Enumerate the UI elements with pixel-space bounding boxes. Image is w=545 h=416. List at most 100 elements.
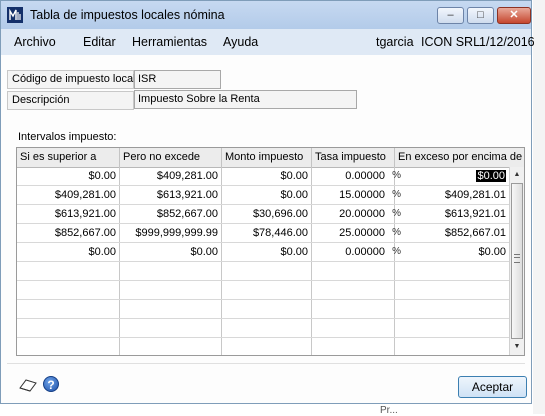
menu-bar: Archivo Editar Herramientas Ayuda tgarci… (1, 29, 535, 55)
cell-superior[interactable]: $852,667.00 (17, 224, 120, 242)
column-header[interactable]: En exceso por encima de (395, 148, 524, 167)
cell-monto[interactable]: $0.00 (222, 243, 312, 261)
grid-header: Si es superior a Pero no excede Monto im… (17, 148, 524, 168)
accept-button[interactable]: Aceptar (458, 376, 527, 398)
grid-title: Intervalos impuesto: (18, 131, 117, 143)
menu-ayuda[interactable]: Ayuda (223, 35, 258, 49)
cell-no-excede[interactable] (120, 281, 222, 299)
table-row[interactable]: $0.00 $0.00 $0.00 0.00000% $0.00 (17, 243, 509, 262)
cell-superior[interactable] (17, 281, 120, 299)
rate-value: 0.00000 (345, 246, 385, 258)
cell-exceso[interactable] (395, 338, 509, 355)
tax-code-field[interactable]: ISR (134, 70, 221, 89)
footer-divider (7, 363, 525, 364)
tax-intervals-grid: Si es superior a Pero no excede Monto im… (16, 147, 525, 356)
cell-tasa[interactable]: 15.00000% (312, 186, 401, 204)
table-row[interactable] (17, 300, 509, 319)
cell-tasa[interactable]: 0.00000% (312, 167, 401, 185)
column-header[interactable]: Si es superior a (17, 148, 120, 167)
cell-exceso[interactable] (395, 319, 509, 337)
cell-exceso[interactable]: $409,281.01 (395, 186, 509, 204)
rate-value: 25.00000 (339, 227, 385, 239)
cell-superior[interactable] (17, 300, 120, 318)
minimize-button[interactable]: – (437, 7, 464, 24)
cell-superior[interactable]: $409,281.00 (17, 186, 120, 204)
scroll-up-icon[interactable]: ▲ (510, 167, 524, 183)
help-icon[interactable]: ? (43, 376, 59, 392)
cell-monto[interactable]: $0.00 (222, 186, 312, 204)
cell-monto[interactable] (222, 281, 312, 299)
cell-no-excede[interactable] (120, 262, 222, 280)
cell-no-excede[interactable]: $999,999,999.99 (120, 224, 222, 242)
cell-no-excede[interactable]: $0.00 (120, 243, 222, 261)
cell-tasa[interactable] (312, 300, 395, 318)
form-content: Código de impuesto local ISR Descripción… (1, 55, 531, 403)
cell-monto[interactable] (222, 319, 312, 337)
cell-monto[interactable] (222, 300, 312, 318)
cell-no-excede[interactable]: $409,281.00 (120, 167, 222, 185)
cell-exceso[interactable]: $0.00 (395, 167, 509, 185)
vertical-scrollbar[interactable]: ▲ ▼ (509, 167, 524, 355)
close-button[interactable]: ✕ (497, 7, 531, 24)
rate-value: 15.00000 (339, 189, 385, 201)
cell-no-excede[interactable] (120, 300, 222, 318)
menu-herramientas[interactable]: Herramientas (132, 35, 207, 49)
description-field[interactable]: Impuesto Sobre la Renta (134, 90, 357, 109)
cell-no-excede[interactable]: $613,921.00 (120, 186, 222, 204)
cell-exceso[interactable]: $852,667.01 (395, 224, 509, 242)
column-header[interactable]: Tasa impuesto (312, 148, 395, 167)
column-header[interactable]: Pero no excede (120, 148, 222, 167)
title-bar[interactable]: Tabla de impuestos locales nómina – □ ✕ (1, 1, 531, 29)
cell-superior[interactable] (17, 319, 120, 337)
cell-exceso[interactable]: $0.00 (395, 243, 509, 261)
cell-exceso[interactable]: $613,921.01 (395, 205, 509, 223)
cell-superior[interactable]: $0.00 (17, 243, 120, 261)
cell-tasa[interactable] (312, 262, 395, 280)
table-row[interactable]: $852,667.00 $999,999,999.99 $78,446.00 25.0… (17, 224, 509, 243)
cell-exceso[interactable] (395, 281, 509, 299)
cell-tasa[interactable]: 0.00000% (312, 243, 401, 261)
table-row[interactable]: $409,281.00 $613,921.00 $0.00 15.00000% $409… (17, 186, 509, 205)
maximize-button[interactable]: □ (467, 7, 494, 24)
cell-monto[interactable]: $78,446.00 (222, 224, 312, 242)
table-row[interactable] (17, 338, 509, 355)
close-icon: ✕ (509, 9, 519, 21)
cell-superior[interactable]: $0.00 (17, 167, 120, 185)
cell-tasa[interactable]: 20.00000% (312, 205, 401, 223)
background-text: Pr... (380, 405, 398, 416)
cell-superior[interactable]: $613,921.00 (17, 205, 120, 223)
cell-tasa[interactable] (312, 319, 395, 337)
cell-no-excede[interactable] (120, 338, 222, 355)
table-row[interactable] (17, 319, 509, 338)
note-icon[interactable] (19, 378, 37, 392)
background-edge (533, 0, 545, 414)
table-row[interactable]: $613,921.00 $852,667.00 $30,696.00 20.00000… (17, 205, 509, 224)
cell-monto[interactable] (222, 338, 312, 355)
app-icon (7, 7, 23, 23)
cell-superior[interactable] (17, 262, 120, 280)
menu-archivo[interactable]: Archivo (14, 35, 56, 49)
cell-exceso[interactable] (395, 262, 509, 280)
table-row[interactable] (17, 262, 509, 281)
table-row[interactable]: $0.00 $409,281.00 $0.00 0.00000% $0.00 (17, 167, 509, 186)
cell-exceso[interactable] (395, 300, 509, 318)
cell-superior[interactable] (17, 338, 120, 355)
minimize-icon: – (447, 9, 454, 21)
cell-monto[interactable]: $30,696.00 (222, 205, 312, 223)
scroll-down-icon[interactable]: ▼ (510, 339, 524, 355)
cell-tasa[interactable] (312, 338, 395, 355)
user-name: tgarcia (376, 35, 414, 49)
table-row[interactable] (17, 281, 509, 300)
cell-monto[interactable] (222, 262, 312, 280)
menu-editar[interactable]: Editar (83, 35, 116, 49)
cell-tasa[interactable]: 25.00000% (312, 224, 401, 242)
column-header[interactable]: Monto impuesto (222, 148, 312, 167)
maximize-icon: □ (477, 9, 484, 21)
cell-no-excede[interactable]: $852,667.00 (120, 205, 222, 223)
cell-monto[interactable]: $0.00 (222, 167, 312, 185)
rate-value: 0.00000 (345, 170, 385, 182)
cell-no-excede[interactable] (120, 319, 222, 337)
cell-tasa[interactable] (312, 281, 395, 299)
window-title: Tabla de impuestos locales nómina (30, 8, 225, 22)
scroll-thumb[interactable] (511, 183, 523, 339)
